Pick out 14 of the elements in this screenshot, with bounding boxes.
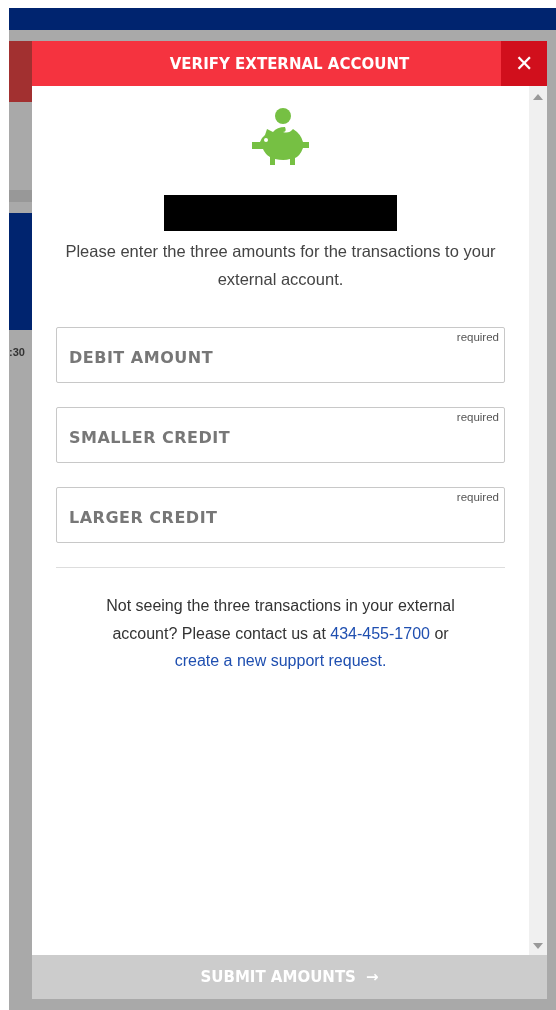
support-request-link[interactable]: create a new support request. [174,652,387,669]
background-panel [9,41,32,102]
time-text: :30 [9,346,26,358]
required-label: required [456,491,499,503]
close-button[interactable]: ✕ [501,41,547,86]
phone-link[interactable]: 434-455-1700 [330,624,430,642]
scroll-up-icon[interactable] [533,94,543,100]
instruction-text: Please enter the three amounts for the transactions to your external account. [64,241,497,290]
help-text: Not seeing the three transactions in your external account? Please contact us at 434-455-1700 or create a new support request. [105,596,456,671]
dialog-title: VERIFY EXTERNAL ACCOUNT [168,53,411,75]
scroll-down-icon[interactable] [533,943,543,949]
scrollbar[interactable] [529,86,547,955]
required-label: required [456,331,499,343]
required-label: required [456,411,499,423]
